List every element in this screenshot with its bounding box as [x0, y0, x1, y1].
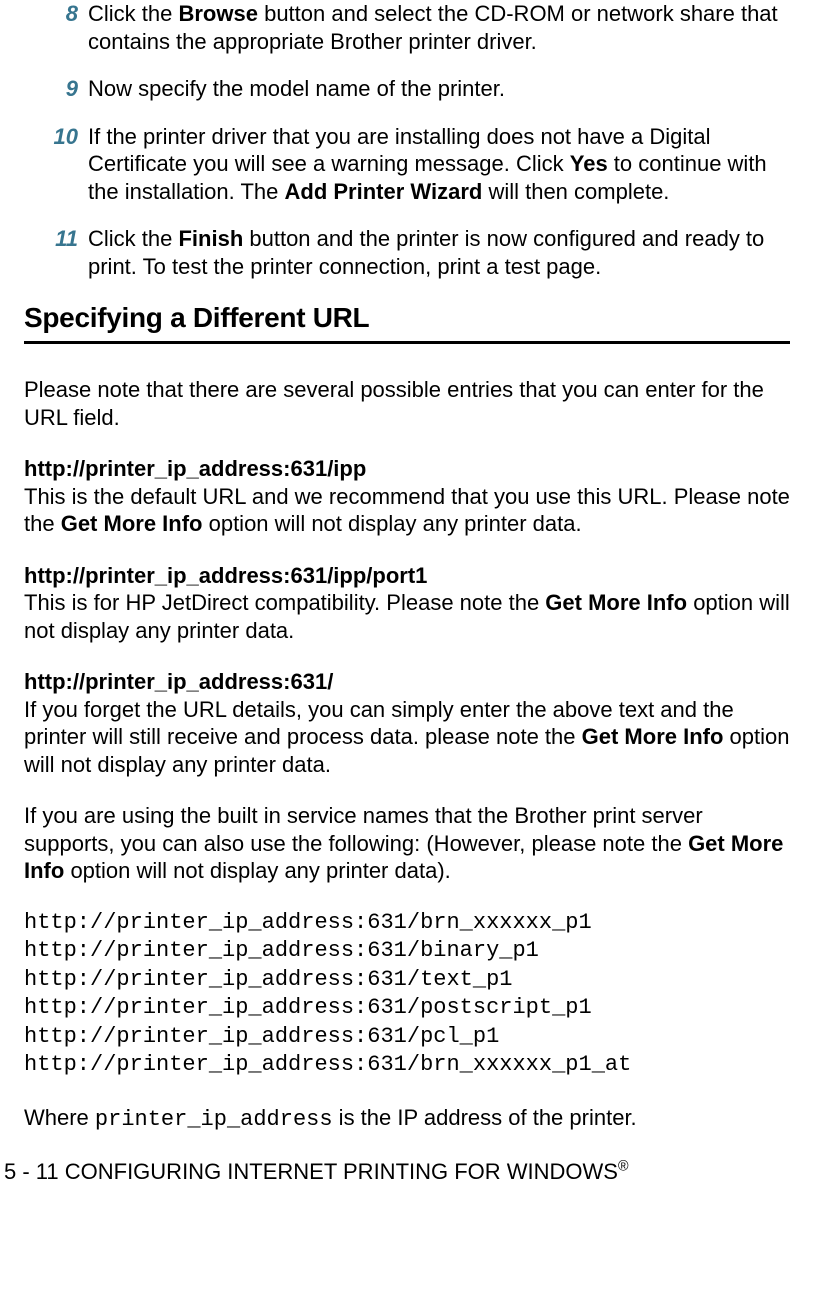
- section-heading: Specifying a Different URL: [24, 300, 790, 335]
- url-block-port1: http://printer_ip_address:631/ipp/port1 …: [24, 562, 790, 645]
- where-note: Where printer_ip_address is the IP addre…: [24, 1104, 790, 1134]
- step-number: 10: [40, 123, 88, 206]
- page-footer: 5 - 11 CONFIGURING INTERNET PRINTING FOR…: [4, 1158, 790, 1186]
- step-number: 9: [40, 75, 88, 103]
- url-description: This is the default URL and we recommend…: [24, 483, 790, 538]
- code-line: http://printer_ip_address:631/text_p1: [24, 967, 512, 992]
- code-line: http://printer_ip_address:631/brn_xxxxxx…: [24, 1052, 631, 1077]
- url-title: http://printer_ip_address:631/ipp/port1: [24, 562, 790, 590]
- url-title: http://printer_ip_address:631/: [24, 668, 790, 696]
- where-suffix: is the IP address of the printer.: [333, 1105, 637, 1130]
- step-10: 10 If the printer driver that you are in…: [40, 123, 790, 206]
- url-description: This is for HP JetDirect compatibility. …: [24, 589, 790, 644]
- step-text: Now specify the model name of the printe…: [88, 75, 790, 103]
- url-description: If you forget the URL details, you can s…: [24, 696, 790, 779]
- step-text: If the printer driver that you are insta…: [88, 123, 790, 206]
- code-line: http://printer_ip_address:631/binary_p1: [24, 938, 539, 963]
- where-prefix: Where: [24, 1105, 95, 1130]
- code-line: http://printer_ip_address:631/postscript…: [24, 995, 592, 1020]
- builtin-note: If you are using the built in service na…: [24, 802, 790, 885]
- footer-text: 5 - 11 CONFIGURING INTERNET PRINTING FOR…: [4, 1159, 618, 1184]
- url-title: http://printer_ip_address:631/ipp: [24, 455, 790, 483]
- url-code-block: http://printer_ip_address:631/brn_xxxxxx…: [24, 909, 790, 1081]
- intro-paragraph: Please note that there are several possi…: [24, 376, 790, 431]
- code-line: http://printer_ip_address:631/pcl_p1: [24, 1024, 499, 1049]
- step-list: 8 Click the Browse button and select the…: [24, 0, 790, 280]
- step-number: 11: [40, 225, 88, 280]
- where-code: printer_ip_address: [95, 1107, 333, 1132]
- url-block-ipp: http://printer_ip_address:631/ipp This i…: [24, 455, 790, 538]
- step-number: 8: [40, 0, 88, 55]
- code-line: http://printer_ip_address:631/brn_xxxxxx…: [24, 910, 592, 935]
- step-11: 11 Click the Finish button and the print…: [40, 225, 790, 280]
- url-block-root: http://printer_ip_address:631/ If you fo…: [24, 668, 790, 778]
- registered-mark: ®: [618, 1158, 629, 1174]
- step-text: Click the Finish button and the printer …: [88, 225, 790, 280]
- step-9: 9 Now specify the model name of the prin…: [40, 75, 790, 103]
- step-text: Click the Browse button and select the C…: [88, 0, 790, 55]
- step-8: 8 Click the Browse button and select the…: [40, 0, 790, 55]
- heading-rule: [24, 341, 790, 344]
